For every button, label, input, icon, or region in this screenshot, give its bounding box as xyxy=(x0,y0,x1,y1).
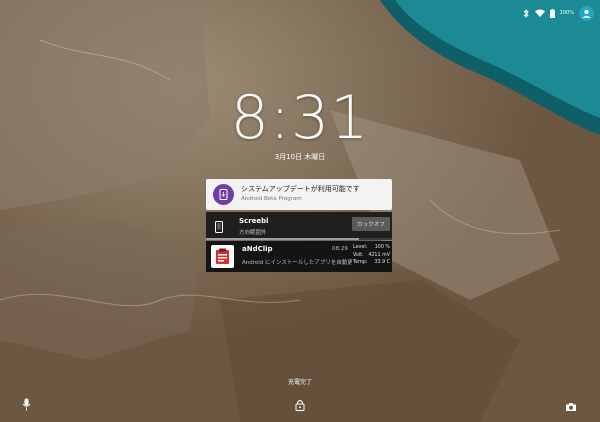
notification-title: システムアップデートが利用可能です xyxy=(241,185,360,193)
notification-time: 08:29 xyxy=(332,246,348,252)
notification-title: aNdClip xyxy=(242,245,273,253)
camera-icon[interactable] xyxy=(565,397,577,416)
lockscreen-clock: 8:31 xyxy=(230,83,370,153)
system-update-icon xyxy=(213,184,234,205)
notification-title: Screebl xyxy=(239,217,269,225)
clipboard-icon xyxy=(211,245,234,268)
notification-progress xyxy=(206,238,392,240)
notification-subtitle: Android にインストールしたアプリを自動更新... xyxy=(242,260,352,266)
phone-icon xyxy=(215,218,223,237)
notification-system-update[interactable]: システムアップデートが利用可能です Android Beta Program xyxy=(206,179,392,210)
notification-subtitle: Android Beta Program xyxy=(241,196,302,202)
wifi-icon xyxy=(534,9,545,17)
microphone-icon[interactable] xyxy=(22,396,31,415)
notification-screebl[interactable]: Screebl 方向範囲外 ロックオフ xyxy=(206,212,392,240)
lockscreen-date: 3月10日 木曜日 xyxy=(274,153,326,161)
stat-volt: Volt: 4211 mV xyxy=(353,252,390,258)
charging-status: 充電完了 xyxy=(287,379,312,386)
battery-percent: 100% xyxy=(559,10,574,16)
status-bar: 100% xyxy=(523,4,594,22)
battery-stats: Level: 100 % Volt: 4211 mV Temp: 33.9 C xyxy=(353,244,390,267)
lockscreen-wallpaper xyxy=(0,0,600,422)
lock-off-button[interactable]: ロックオフ xyxy=(352,217,390,231)
lock-icon[interactable] xyxy=(295,396,305,415)
notification-andclip[interactable]: aNdClip 08:29 Android にインストールしたアプリを自動更新.… xyxy=(206,241,392,272)
bluetooth-icon xyxy=(523,8,530,18)
user-icon[interactable] xyxy=(579,5,594,21)
stat-level: Level: 100 % xyxy=(353,245,390,250)
battery-icon xyxy=(549,8,555,18)
notification-subtitle: 方向範囲外 xyxy=(239,230,267,236)
stat-temp: Temp: 33.9 C xyxy=(353,260,390,265)
